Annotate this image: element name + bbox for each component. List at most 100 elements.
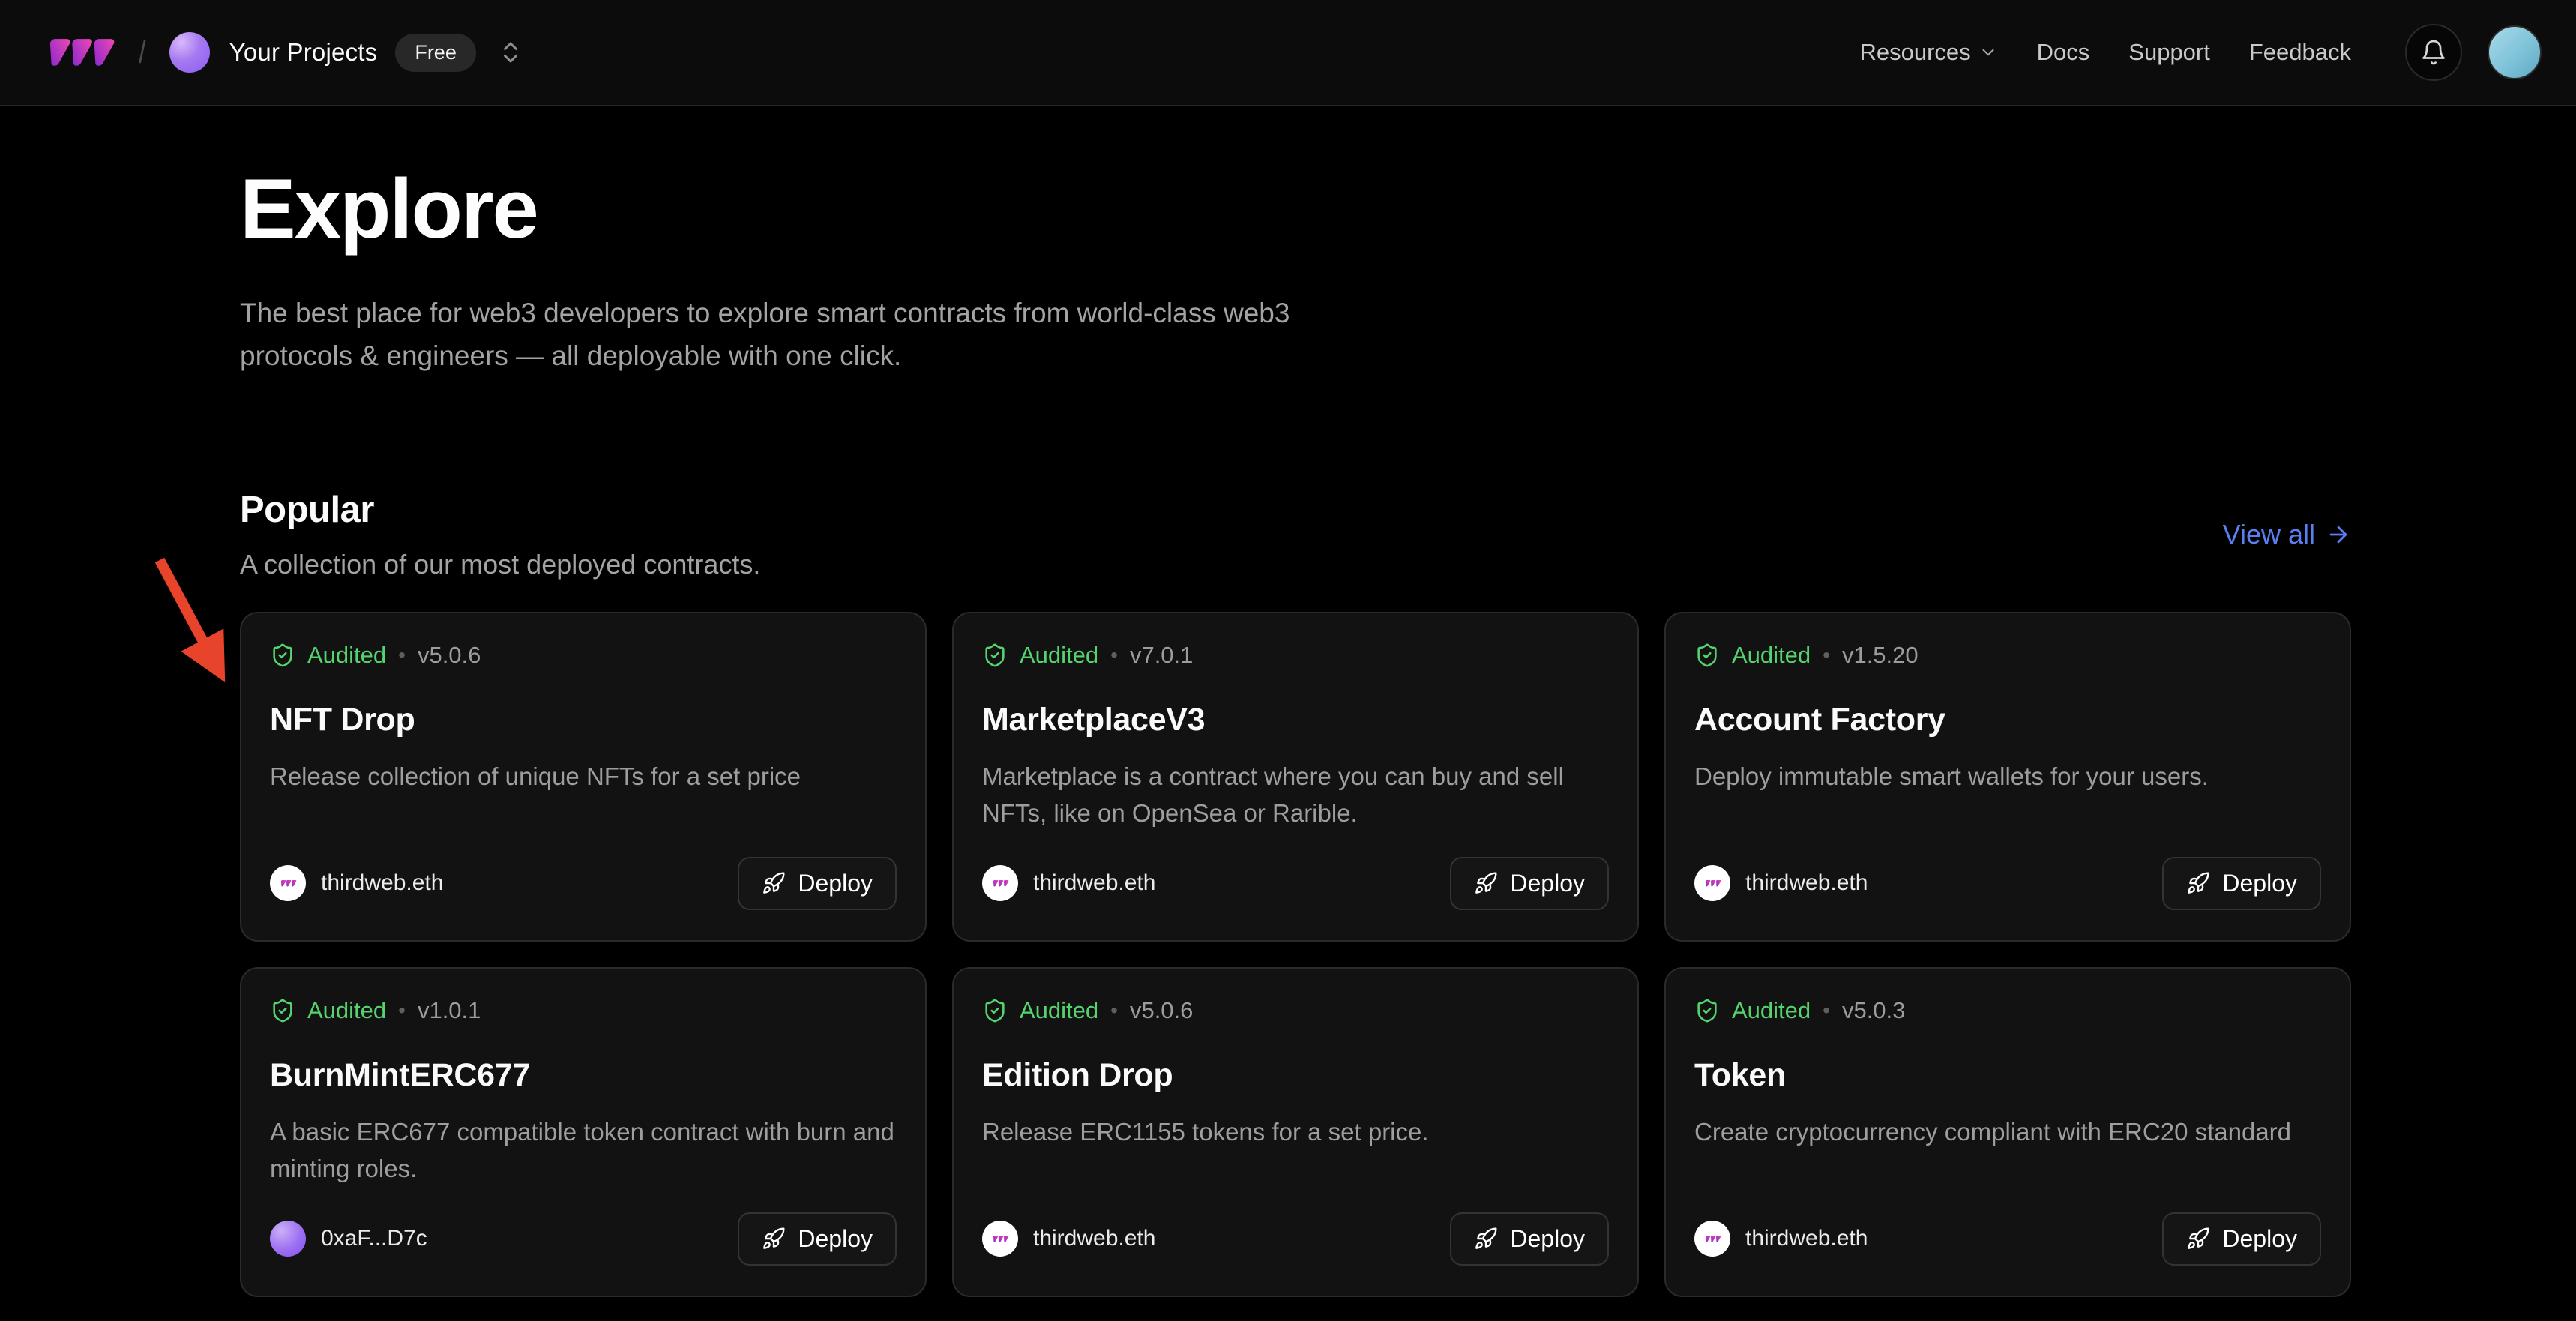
- page-subtitle: The best place for web3 developers to ex…: [240, 292, 1387, 378]
- nav-link-support[interactable]: Support: [2128, 39, 2210, 66]
- publisher-avatar-thirdweb-logo-icon: [982, 865, 1018, 901]
- contract-version: v5.0.6: [1130, 997, 1193, 1024]
- contract-version: v5.0.3: [1842, 997, 1905, 1024]
- contract-card-grid: Audited • v5.0.6 NFT Drop Release collec…: [240, 612, 2351, 1297]
- deploy-label: Deploy: [798, 1225, 873, 1253]
- deploy-button[interactable]: Deploy: [1450, 1212, 1609, 1266]
- contract-description: Deploy immutable smart wallets for your …: [1694, 758, 2321, 795]
- project-switcher-button[interactable]: [497, 39, 524, 66]
- audited-badge: Audited: [1020, 997, 1098, 1024]
- card-badge-row: Audited • v5.0.6: [270, 642, 897, 669]
- plan-badge: Free: [395, 34, 476, 72]
- arrow-right-icon: [2326, 522, 2351, 547]
- contract-version: v1.0.1: [418, 997, 481, 1024]
- publisher-avatar-thirdweb-logo-icon: [982, 1221, 1018, 1257]
- contract-title: Account Factory: [1694, 702, 2321, 738]
- publisher-name: thirdweb.eth: [321, 870, 443, 896]
- shield-check-icon: [982, 643, 1008, 668]
- contract-description: Create cryptocurrency compliant with ERC…: [1694, 1113, 2321, 1151]
- publisher[interactable]: thirdweb.eth: [1694, 865, 1868, 901]
- view-all-label: View all: [2223, 519, 2315, 550]
- card-footer: 0xaF...D7c Deploy: [270, 1212, 897, 1266]
- audited-badge: Audited: [1732, 642, 1811, 669]
- deploy-label: Deploy: [2222, 870, 2297, 897]
- nav-link-label: Resources: [1859, 39, 1970, 66]
- main-content: Explore The best place for web3 develope…: [240, 160, 2351, 1297]
- nav-link-label: Docs: [2037, 39, 2090, 66]
- contract-card-edition-drop[interactable]: Audited • v5.0.6 Edition Drop Release ER…: [952, 967, 1639, 1297]
- rocket-icon: [2186, 1227, 2210, 1251]
- top-navigation-bar: / Your Projects Free Resources Docs Supp…: [0, 0, 2576, 106]
- contract-description: Release collection of unique NFTs for a …: [270, 758, 897, 795]
- contract-title: BurnMintERC677: [270, 1057, 897, 1094]
- card-footer: thirdweb.eth Deploy: [1694, 857, 2321, 910]
- user-avatar[interactable]: [2488, 25, 2542, 79]
- nav-link-label: Feedback: [2249, 39, 2351, 66]
- view-all-link[interactable]: View all: [2223, 519, 2351, 550]
- publisher[interactable]: thirdweb.eth: [982, 865, 1155, 901]
- nav-link-resources[interactable]: Resources: [1859, 39, 1997, 66]
- chevrons-up-down-icon: [497, 39, 524, 66]
- contract-version: v5.0.6: [418, 642, 481, 669]
- nav-link-feedback[interactable]: Feedback: [2249, 39, 2351, 66]
- publisher-avatar-purple-gradient: [270, 1221, 306, 1257]
- publisher[interactable]: thirdweb.eth: [982, 1221, 1155, 1257]
- dot-separator: •: [1110, 643, 1118, 667]
- contract-description: Release ERC1155 tokens for a set price.: [982, 1113, 1609, 1151]
- section-title: Popular: [240, 489, 760, 531]
- contract-card-burnminterc677[interactable]: Audited • v1.0.1 BurnMintERC677 A basic …: [240, 967, 927, 1297]
- deploy-button[interactable]: Deploy: [2162, 857, 2321, 910]
- deploy-button[interactable]: Deploy: [1450, 857, 1609, 910]
- audited-badge: Audited: [1732, 997, 1811, 1024]
- header-actions: Resources Docs Support Feedback: [1859, 24, 2542, 81]
- contract-version: v1.5.20: [1842, 642, 1919, 669]
- deploy-button[interactable]: Deploy: [738, 1212, 897, 1266]
- shield-check-icon: [1694, 998, 1720, 1023]
- rocket-icon: [762, 871, 786, 895]
- nav-link-docs[interactable]: Docs: [2037, 39, 2090, 66]
- contract-description: Marketplace is a contract where you can …: [982, 758, 1609, 832]
- contract-description: A basic ERC677 compatible token contract…: [270, 1113, 897, 1188]
- project-avatar[interactable]: [169, 32, 210, 73]
- publisher-name: thirdweb.eth: [1745, 1226, 1868, 1251]
- dot-separator: •: [398, 999, 406, 1023]
- rocket-icon: [762, 1227, 786, 1251]
- contract-card-nft-drop[interactable]: Audited • v5.0.6 NFT Drop Release collec…: [240, 612, 927, 942]
- publisher-avatar-thirdweb-logo-icon: [1694, 1221, 1730, 1257]
- contract-version: v7.0.1: [1130, 642, 1193, 669]
- card-badge-row: Audited • v5.0.6: [982, 997, 1609, 1024]
- publisher-name: thirdweb.eth: [1745, 870, 1868, 896]
- contract-title: MarketplaceV3: [982, 702, 1609, 738]
- deploy-label: Deploy: [798, 870, 873, 897]
- breadcrumb: / Your Projects Free: [37, 29, 524, 76]
- notifications-button[interactable]: [2405, 24, 2462, 81]
- dot-separator: •: [1110, 999, 1118, 1023]
- publisher-name: thirdweb.eth: [1033, 870, 1155, 896]
- project-name[interactable]: Your Projects: [229, 38, 378, 67]
- chevron-down-icon: [1978, 43, 1998, 62]
- bell-icon: [2420, 39, 2447, 66]
- dot-separator: •: [398, 643, 406, 667]
- publisher[interactable]: 0xaF...D7c: [270, 1221, 427, 1257]
- deploy-button[interactable]: Deploy: [738, 857, 897, 910]
- publisher[interactable]: thirdweb.eth: [270, 865, 443, 901]
- publisher[interactable]: thirdweb.eth: [1694, 1221, 1868, 1257]
- card-footer: thirdweb.eth Deploy: [1694, 1212, 2321, 1266]
- dot-separator: •: [1823, 999, 1830, 1023]
- card-footer: thirdweb.eth Deploy: [982, 857, 1609, 910]
- nav-link-label: Support: [2128, 39, 2210, 66]
- contract-card-account-factory[interactable]: Audited • v1.5.20 Account Factory Deploy…: [1664, 612, 2351, 942]
- thirdweb-logo-icon[interactable]: [37, 29, 115, 76]
- contract-title: Edition Drop: [982, 1057, 1609, 1094]
- card-badge-row: Audited • v1.0.1: [270, 997, 897, 1024]
- deploy-label: Deploy: [1510, 1225, 1585, 1253]
- contract-card-token[interactable]: Audited • v5.0.3 Token Create cryptocurr…: [1664, 967, 2351, 1297]
- deploy-button[interactable]: Deploy: [2162, 1212, 2321, 1266]
- page-title: Explore: [240, 160, 2351, 257]
- deploy-label: Deploy: [2222, 1225, 2297, 1253]
- contract-title: NFT Drop: [270, 702, 897, 738]
- deploy-label: Deploy: [1510, 870, 1585, 897]
- popular-section-titles: Popular A collection of our most deploye…: [240, 489, 760, 580]
- contract-card-marketplacev3[interactable]: Audited • v7.0.1 MarketplaceV3 Marketpla…: [952, 612, 1639, 942]
- shield-check-icon: [982, 998, 1008, 1023]
